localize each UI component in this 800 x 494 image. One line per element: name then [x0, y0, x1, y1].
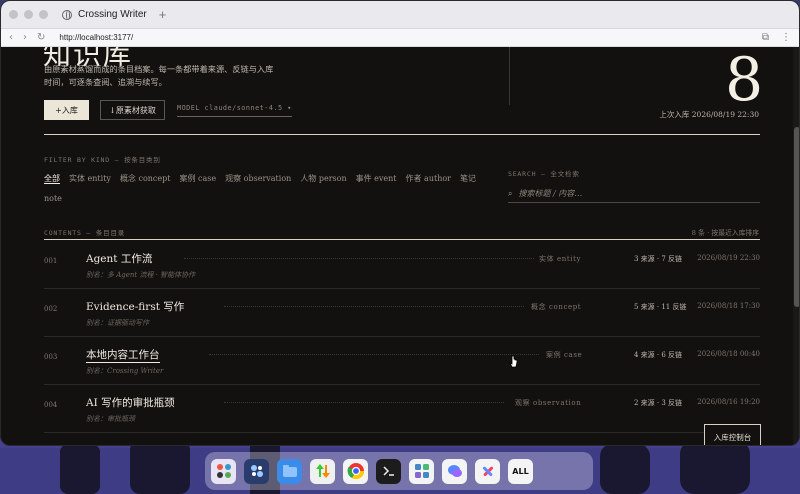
- share-icon[interactable]: ⧉: [762, 32, 769, 43]
- scrollbar-thumb[interactable]: [794, 127, 799, 307]
- tab-title: Crossing Writer: [78, 9, 147, 20]
- reload-icon[interactable]: ↻: [37, 32, 45, 43]
- search-placeholder: 搜索标题 / 内容…: [518, 189, 583, 198]
- header-rule: [44, 134, 760, 135]
- entry-count: 8: [725, 47, 764, 115]
- filter-observation[interactable]: 观察 observation: [225, 174, 291, 183]
- zoom-window-button[interactable]: [39, 10, 48, 19]
- entry-number: 002: [44, 305, 58, 313]
- entry-counts: 2 来源 · 3 反链: [634, 399, 683, 407]
- filter-author[interactable]: 作者 author: [406, 174, 451, 183]
- window-controls[interactable]: [9, 10, 48, 19]
- page-content: 知识库 由原素材蒸馏而成的条目档案。每一条都带着来源、反链与入库时间，可逐条查阅…: [1, 47, 799, 445]
- filter-person[interactable]: 人物 person: [300, 174, 346, 183]
- entry-date: 2026/08/18 17:30: [697, 302, 760, 310]
- entry-date: 2026/08/19 22:30: [697, 254, 760, 262]
- add-entry-button[interactable]: +入库: [44, 100, 89, 120]
- filter-label: FILTER BY KIND — 按条目类别: [44, 156, 161, 164]
- entry-counts: 5 来源 · 11 反链: [634, 303, 687, 311]
- app-grid-icon[interactable]: [211, 458, 236, 484]
- filter-entity[interactable]: 实体 entity: [69, 174, 111, 183]
- entry-number: 003: [44, 353, 58, 361]
- page-intro: 由原素材蒸馏而成的条目档案。每一条都带着来源、反链与入库时间，可逐条查阅、追溯与…: [44, 64, 274, 87]
- chat-icon[interactable]: [442, 458, 467, 484]
- entry-kind: 观察 observation: [515, 399, 582, 407]
- leader-dots: [184, 258, 534, 259]
- list-item[interactable]: 004 AI 写作的审批瓶颈 别名：审批瓶颈 观察 observation 2 …: [44, 385, 760, 433]
- entry-kind: 实体 entity: [539, 255, 582, 263]
- leader-dots: [209, 354, 539, 355]
- forward-icon[interactable]: ›: [23, 32, 27, 43]
- list-item[interactable]: 001 Agent 工作流 别名：多 Agent 流程 · 智能体协作 实体 e…: [44, 241, 760, 289]
- entry-title[interactable]: AI 写作的审批瓶颈: [86, 395, 175, 410]
- entry-date: 2026/08/16 19:20: [697, 398, 760, 406]
- list-item[interactable]: [44, 433, 760, 445]
- search-label: SEARCH — 全文检索: [508, 170, 580, 178]
- tab-bar: Crossing Writer +: [1, 1, 799, 29]
- terminal-icon[interactable]: [376, 458, 401, 484]
- chrome-icon[interactable]: [343, 458, 368, 484]
- entry-kind: 案例 case: [546, 351, 583, 359]
- leader-dots: [224, 306, 524, 307]
- entry-alias: 别名：审批瓶颈: [86, 415, 135, 423]
- globe-icon: [62, 9, 72, 20]
- minimize-window-button[interactable]: [24, 10, 33, 19]
- back-icon[interactable]: ‹: [9, 32, 13, 43]
- model-select[interactable]: MODEL claude/sonnet-4.5 ▾: [177, 104, 292, 117]
- filter-all[interactable]: 全部: [44, 174, 60, 184]
- search-input[interactable]: ⌕ 搜索标题 / 内容…: [508, 185, 760, 203]
- dock: ALL: [205, 452, 593, 490]
- entry-number: 001: [44, 257, 58, 265]
- entry-title[interactable]: Evidence-first 写作: [86, 299, 184, 314]
- filter-event[interactable]: 事件 event: [356, 174, 397, 183]
- fetch-source-button[interactable]: ↓原素材获取: [100, 100, 165, 120]
- entry-number: 004: [44, 401, 58, 409]
- entry-title[interactable]: 本地内容工作台: [86, 347, 160, 363]
- browser-window: Crossing Writer + ‹ › ↻ http://localhost…: [0, 0, 800, 446]
- entry-counts: 3 来源 · 7 反链: [634, 255, 683, 263]
- close-window-button[interactable]: [9, 10, 18, 19]
- filter-concept[interactable]: 概念 concept: [120, 174, 171, 183]
- list-item[interactable]: 003 本地内容工作台 别名：Crossing Writer 案例 case 4…: [44, 337, 760, 385]
- last-ingest-time: 上次入库 2026/08/19 22:30: [659, 110, 759, 119]
- all-apps-icon[interactable]: ALL: [508, 458, 533, 484]
- scrollbar[interactable]: [793, 47, 799, 445]
- contents-label: CONTENTS — 条目目录: [44, 229, 126, 237]
- settings-icon[interactable]: [244, 458, 269, 484]
- url-field[interactable]: http://localhost:3177/: [59, 33, 133, 42]
- contents-summary: 8 条 · 按最近入库排序: [691, 229, 759, 237]
- launchpad-icon[interactable]: [409, 458, 434, 484]
- header-divider: [509, 47, 510, 105]
- leader-dots: [224, 402, 504, 403]
- mouse-pointer-icon: [509, 355, 518, 368]
- entry-alias: 别名：Crossing Writer: [86, 367, 164, 375]
- entry-alias: 别名：证据驱动写作: [86, 319, 149, 327]
- entry-counts: 4 来源 · 6 反链: [634, 351, 683, 359]
- browser-menu-icon[interactable]: ⋮: [781, 32, 791, 43]
- magnifier-icon: ⌕: [508, 188, 513, 198]
- contents-rule: [44, 239, 760, 240]
- entry-kind: 概念 concept: [531, 303, 582, 311]
- address-bar: ‹ › ↻ http://localhost:3177/ ⧉ ⋮: [1, 29, 799, 47]
- finder-folder-icon[interactable]: [277, 458, 302, 484]
- filter-case[interactable]: 案例 case: [179, 174, 216, 183]
- tools-icon[interactable]: [475, 458, 500, 484]
- entry-date: 2026/08/18 00:40: [697, 350, 760, 358]
- browser-tab[interactable]: Crossing Writer: [62, 9, 147, 20]
- entry-alias: 别名：多 Agent 流程 · 智能体协作: [86, 271, 196, 279]
- ingest-console-button[interactable]: 入库控制台: [704, 424, 761, 445]
- entry-title[interactable]: Agent 工作流: [86, 251, 152, 266]
- transfer-icon[interactable]: [310, 458, 335, 484]
- list-item[interactable]: 002 Evidence-first 写作 别名：证据驱动写作 概念 conce…: [44, 289, 760, 337]
- kind-filter: 全部 实体 entity 概念 concept 案例 case 观察 observati…: [44, 169, 494, 209]
- new-tab-button[interactable]: +: [159, 7, 167, 22]
